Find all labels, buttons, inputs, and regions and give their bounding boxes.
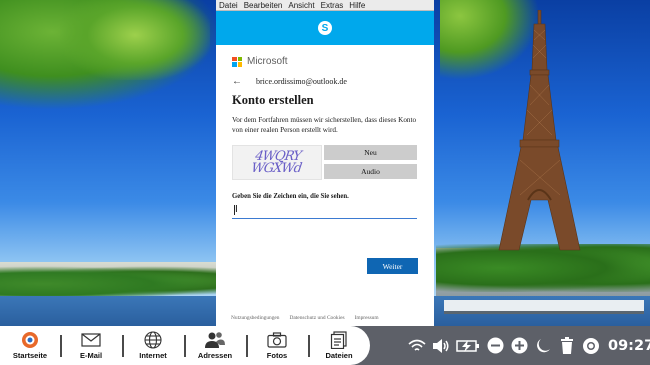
page-title: Konto erstellen [232,93,314,107]
help-lifebuoy-icon[interactable] [582,337,600,355]
eiffel-tower-image [498,10,581,251]
account-email: brice.ordissimo@outlook.de [256,77,347,86]
clock: 09:27 [608,337,650,354]
dock-label-home: Startseite [12,350,48,360]
moon-icon[interactable] [534,337,552,355]
captcha-field-label: Geben Sie die Zeichen ein, die Sie sehen… [232,193,349,200]
menu-bar: Datei Bearbeiten Ansicht Extras Hilfe [216,0,434,11]
next-button[interactable]: Weiter [367,258,418,274]
captcha-input[interactable] [232,203,417,219]
dock-contacts[interactable]: Adressen [184,326,246,365]
contacts-icon [204,331,226,348]
dock-label-contacts: Adressen [197,350,233,360]
system-tray: 09:27 [408,326,650,365]
create-account-panel: Microsoft ← brice.ordissimo@outlook.de K… [216,45,434,326]
dock-email[interactable]: E-Mail [60,326,122,365]
terms-link[interactable]: Nutzungsbedingungen [231,315,280,321]
menu-help[interactable]: Hilfe [349,0,365,11]
zoom-out-icon[interactable] [486,337,504,355]
mail-icon [81,332,101,348]
new-captcha-button[interactable]: Neu [324,145,417,160]
captcha-characters: 4WQRY WGXWd [250,148,303,176]
menu-view[interactable]: Ansicht [288,0,314,11]
privacy-link[interactable]: Datenschutz und Cookies [290,315,345,321]
dock-home[interactable]: Startseite [0,326,60,365]
account-row: ← brice.ordissimo@outlook.de [232,76,347,87]
zoom-in-icon[interactable] [510,337,528,355]
imprint-link[interactable]: Impressum [355,315,379,321]
wallpaper-boat [444,300,644,314]
dock-internet[interactable]: Internet [122,326,184,365]
skype-logo-icon: S [318,21,332,35]
home-logo-icon [20,331,40,348]
wifi-icon[interactable] [408,337,426,355]
trash-icon[interactable] [558,337,576,355]
microsoft-brand: Microsoft [232,56,288,67]
dock-label-email: E-Mail [79,350,103,360]
microsoft-logo-icon [232,56,242,67]
audio-captcha-button[interactable]: Audio [324,164,417,179]
volume-icon[interactable] [432,337,450,355]
verification-description: Vor dem Fortfahren müssen wir sicherstel… [232,116,417,134]
brand-name: Microsoft [247,56,288,67]
camera-icon [267,331,287,348]
files-icon [330,330,348,349]
ibeam-cursor-icon: I [235,204,238,215]
dock-label-files: Dateien [325,350,353,360]
captcha-image: 4WQRY WGXWd [232,145,322,180]
wallpaper-trees-left [0,266,216,296]
app-dock: Startseite E-Mail Internet Adressen Foto… [0,326,370,365]
back-arrow-icon[interactable]: ← [232,76,242,87]
dock-label-internet: Internet [139,350,167,360]
skype-header: S [216,11,434,45]
globe-icon [144,330,162,349]
menu-file[interactable]: Datei [219,0,238,11]
footer-links: Nutzungsbedingungen Datenschutz und Cook… [231,315,379,321]
menu-edit[interactable]: Bearbeiten [244,0,283,11]
dock-files[interactable]: Dateien [308,326,370,365]
wallpaper-tree-foliage-light [60,0,210,80]
battery-charging-icon[interactable] [456,337,480,355]
dock-photos[interactable]: Fotos [246,326,308,365]
dock-label-photos: Fotos [266,350,288,360]
menu-tools[interactable]: Extras [321,0,344,11]
